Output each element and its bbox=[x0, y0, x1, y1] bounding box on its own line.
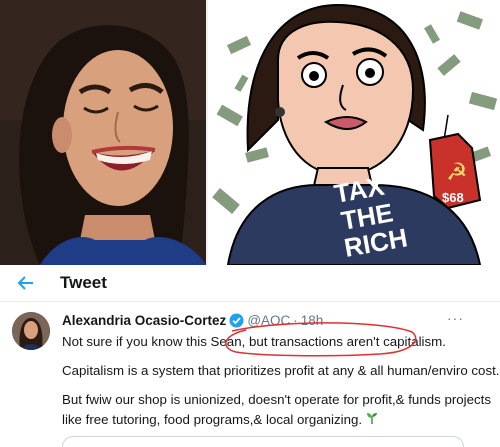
separator: · bbox=[293, 313, 298, 328]
hammer-sickle-icon: ☭ bbox=[446, 158, 468, 186]
price-tag-text: $68 bbox=[442, 190, 464, 205]
laughing-woman-photo[interactable] bbox=[0, 0, 206, 265]
tweet-media[interactable]: TAX THE RICH ☭ $68 bbox=[0, 0, 500, 265]
cartoon-illustration[interactable]: TAX THE RICH ☭ $68 bbox=[208, 0, 500, 265]
verified-badge-icon bbox=[229, 313, 244, 328]
author-handle[interactable]: @AOC bbox=[247, 313, 290, 328]
more-dots-icon[interactable]: ··· bbox=[447, 310, 464, 326]
arrow-left-icon[interactable] bbox=[12, 269, 40, 297]
seedling-icon bbox=[366, 413, 378, 427]
page-header: Tweet bbox=[0, 265, 500, 302]
tweet-text-part: Not sure if you know this Sean, bbox=[62, 334, 249, 349]
tweet[interactable]: Alexandria Ocasio-Cortez @AOC · 18h ··· … bbox=[0, 302, 500, 447]
tweet-time[interactable]: 18h bbox=[301, 313, 324, 328]
tweet-author-row: Alexandria Ocasio-Cortez @AOC · 18h bbox=[62, 313, 323, 328]
page-title: Tweet bbox=[60, 273, 107, 292]
author-name[interactable]: Alexandria Ocasio-Cortez bbox=[62, 313, 226, 328]
quoted-tweet-box[interactable] bbox=[62, 436, 464, 447]
tweet-text-line: Capitalism is a system that prioritizes … bbox=[62, 363, 500, 378]
tweet-text-highlighted: but transactions aren't capitalism. bbox=[249, 334, 446, 349]
tweet-text-line: Not sure if you know this Sean, but tran… bbox=[62, 334, 446, 349]
tweet-text-line: like free tutoring, food programs,& loca… bbox=[62, 412, 378, 427]
tweet-text-line: But fwiw our shop is unionized, doesn't … bbox=[62, 392, 492, 407]
avatar[interactable] bbox=[12, 312, 50, 350]
tweet-text-part: like free tutoring, food programs,& loca… bbox=[62, 412, 363, 427]
